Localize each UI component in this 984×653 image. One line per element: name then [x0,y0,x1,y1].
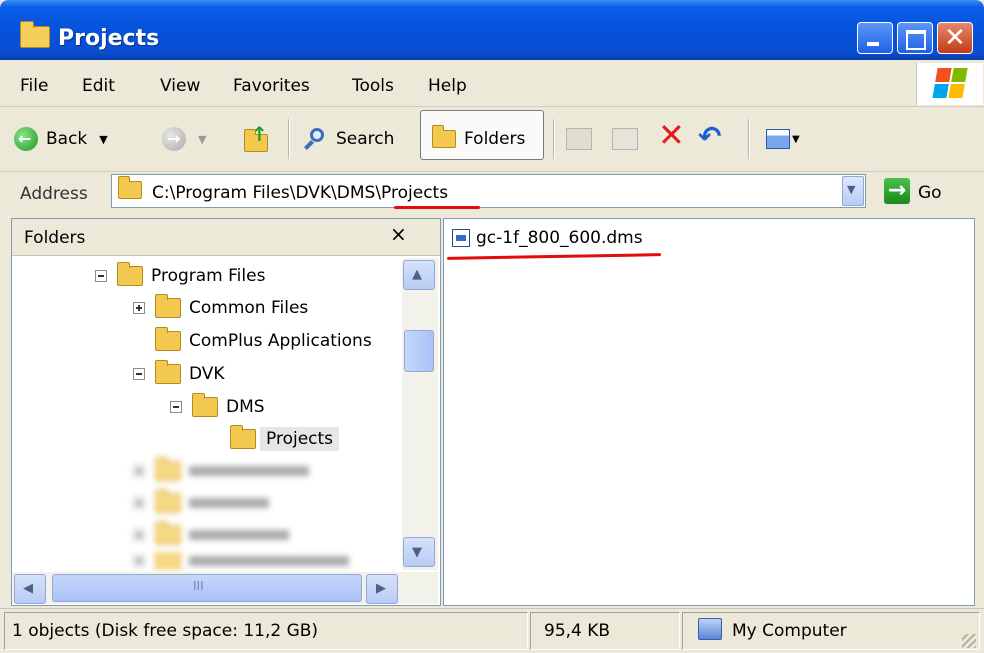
toolbar-separator [553,119,555,159]
open-folder-icon [230,425,256,449]
expand-icon[interactable] [133,302,145,314]
tree-item-blurred [133,552,349,570]
address-dropdown-button[interactable]: ▼ [842,176,864,206]
menu-view[interactable]: View [160,76,200,96]
go-button[interactable]: Go [918,183,942,203]
tree-item-dms[interactable]: DMS [170,392,265,422]
collapse-icon[interactable] [170,401,182,413]
up-folder-button[interactable]: ↑ [244,119,270,159]
views-icon [766,129,790,149]
folders-pane-close-button[interactable]: × [390,222,407,246]
scroll-right-button[interactable]: ▶ [366,574,398,604]
windows-flag-icon [932,68,968,98]
status-size-text: 95,4 KB [544,621,611,641]
horizontal-scroll-thumb[interactable]: III [52,574,362,602]
menu-help[interactable]: Help [428,76,467,96]
tree-item-complus-applications[interactable]: ComPlus Applications [155,326,372,356]
undo-icon: ↶ [698,120,722,153]
go-arrow-icon[interactable]: → [884,178,910,204]
folder-icon [155,294,181,318]
folders-button-content: Folders [432,119,525,159]
file-item[interactable]: gc-1f_800_600.dms [452,224,643,252]
forward-button[interactable]: → ▼ [162,119,206,159]
tree-item-blurred [133,456,309,486]
folders-vertical-scrollbar[interactable] [402,258,438,570]
tree-item-common-files[interactable]: Common Files [133,293,308,323]
maximize-button[interactable] [897,22,933,54]
chevron-down-icon: ▼ [847,183,856,196]
toolbar-separator [288,119,290,159]
tree-item-projects[interactable]: Projects [230,424,340,454]
delete-button[interactable]: ✕ [658,115,685,155]
folders-icon [432,125,456,148]
file-list-pane[interactable] [443,218,975,606]
menu-file[interactable]: File [20,76,48,96]
status-objects-text: 1 objects (Disk free space: 11,2 GB) [12,621,319,641]
chevron-down-icon: ▼ [412,545,422,560]
chevron-left-icon: ◀ [23,581,33,596]
move-to-button[interactable] [566,119,592,159]
back-arrow-icon: ← [14,127,38,151]
folders-pane-title: Folders [24,228,86,248]
close-icon: ✕ [944,23,966,53]
tree-item-blurred [133,488,269,518]
address-folder-icon [118,176,142,204]
delete-x-icon: ✕ [658,116,685,154]
my-computer-icon [698,618,722,640]
dms-file-icon [452,229,470,247]
forward-dropdown-icon: ▼ [198,132,207,146]
collapse-icon[interactable] [133,368,145,380]
window-title: Projects [58,26,160,51]
up-folder-icon: ↑ [244,122,270,152]
scroll-down-button[interactable]: ▼ [403,537,435,567]
folder-icon [192,393,218,417]
collapse-icon[interactable] [95,270,107,282]
scroll-left-button[interactable]: ◀ [14,574,46,604]
address-path[interactable]: C:\Program Files\DVK\DMS\Projects [152,183,448,203]
folder-icon [20,21,50,48]
tree-item-program-files[interactable]: Program Files [95,261,265,291]
back-button[interactable]: ← Back ▼ [14,119,108,159]
close-button[interactable]: ✕ [937,22,973,54]
chevron-up-icon: ▲ [412,267,422,282]
resize-grip-icon[interactable] [962,634,976,648]
search-button[interactable]: Search [302,119,394,159]
views-dropdown-icon: ▼ [792,133,800,145]
title-bar[interactable]: Projects ✕ [0,0,984,60]
move-to-icon [566,128,592,150]
scroll-up-button[interactable]: ▲ [403,260,435,290]
menu-bar [0,60,984,107]
menu-edit[interactable]: Edit [82,76,115,96]
views-button[interactable]: ▼ [766,119,800,159]
menu-tools[interactable]: Tools [352,76,394,96]
back-dropdown-icon[interactable]: ▼ [99,133,107,146]
copy-to-icon [612,128,638,150]
forward-arrow-icon: → [162,127,186,151]
tree-item-blurred [133,520,289,550]
toolbar-separator [748,119,750,159]
copy-to-button[interactable] [612,119,638,159]
chevron-right-icon: ▶ [376,581,386,596]
status-location-text: My Computer [732,621,847,641]
explorer-window: Projects ✕ File Edit View Favorites Tool… [0,0,984,653]
folder-icon [155,360,181,384]
folder-icon [117,262,143,286]
folder-icon [155,327,181,351]
tree-item-dvk[interactable]: DVK [133,359,225,389]
search-icon [302,126,328,152]
address-label: Address [20,184,88,204]
undo-button[interactable]: ↶ [698,117,721,157]
menu-favorites[interactable]: Favorites [233,76,310,96]
minimize-button[interactable] [857,22,893,54]
vertical-scroll-thumb[interactable] [404,330,434,372]
annotation-underline-path [394,206,480,209]
windows-logo [916,63,983,105]
